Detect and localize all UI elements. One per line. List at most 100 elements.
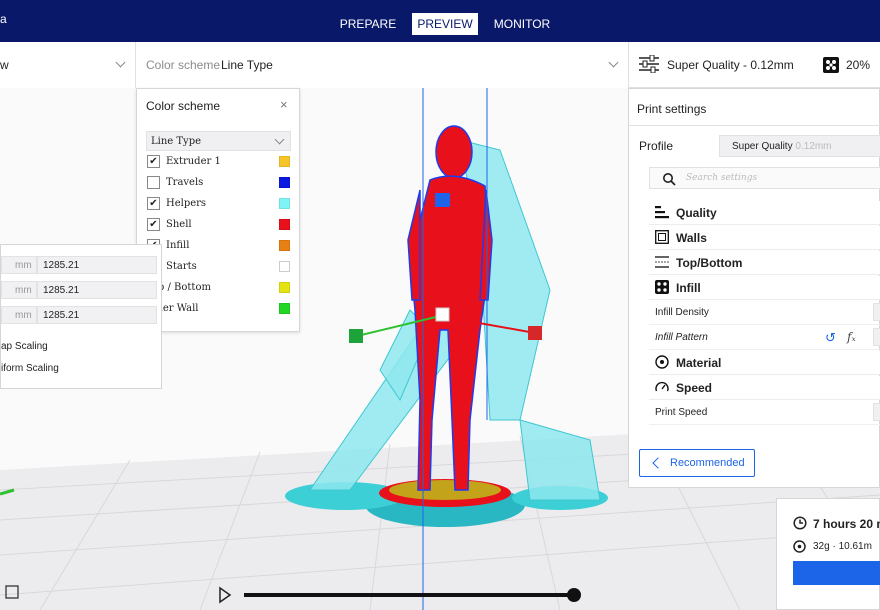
color-scheme-key: Color scheme xyxy=(146,58,221,72)
scale-z-unit: mm xyxy=(1,306,37,324)
settings-category-walls[interactable]: Walls xyxy=(649,226,880,250)
clock-icon xyxy=(793,516,807,530)
setting-infill-density[interactable]: Infill Density xyxy=(649,301,880,325)
setting-infill-pattern[interactable]: Infill Pattern ↺ fₓ xyxy=(649,326,880,350)
settings-category-material[interactable]: Material xyxy=(649,351,880,375)
walls-icon xyxy=(655,230,669,244)
scale-y-row: mm 1285.21 xyxy=(1,278,163,299)
settings-row-label: Infill xyxy=(676,281,701,295)
gizmo-center-handle[interactable] xyxy=(435,307,450,322)
tab-preview[interactable]: PREVIEW xyxy=(412,13,478,35)
legend-item-label: Infill xyxy=(166,240,190,251)
legend-item-extruder-1[interactable]: ✔ Extruder 1 xyxy=(146,153,291,173)
legend-color-swatch xyxy=(279,303,290,314)
divider xyxy=(629,125,880,126)
scale-tool-panel: mm 1285.21 mm 1285.21 mm 1285.21 ap Scal… xyxy=(0,244,162,389)
infill-icon xyxy=(655,280,669,294)
legend-color-swatch xyxy=(279,219,290,230)
legend-color-swatch xyxy=(279,261,290,272)
top-bottom-icon xyxy=(655,255,669,269)
setting-print-speed[interactable]: Print Speed xyxy=(649,401,880,425)
reset-icon[interactable]: ↺ xyxy=(825,330,836,346)
settings-category-infill[interactable]: Infill xyxy=(649,276,880,300)
scale-z-input[interactable]: 1285.21 xyxy=(37,306,157,324)
gizmo-z-handle[interactable] xyxy=(435,193,450,207)
spool-icon xyxy=(793,540,806,553)
settings-category-speed[interactable]: Speed xyxy=(649,376,880,400)
print-time: 7 hours 20 mi xyxy=(813,517,880,531)
tab-prepare[interactable]: PREPARE xyxy=(330,13,406,35)
infill-percentage: 20% xyxy=(846,58,871,72)
scale-z-row: mm 1285.21 xyxy=(1,303,163,324)
legend-item-helpers[interactable]: ✔ Helpers xyxy=(146,195,291,215)
material-icon xyxy=(655,355,669,369)
chevron-down-icon xyxy=(115,57,126,68)
search-settings-placeholder: Search settings xyxy=(686,173,758,183)
color-scheme-panel-title: Color scheme xyxy=(146,99,221,113)
setting-value-field[interactable] xyxy=(873,403,880,421)
material-estimate: 32g · 10.61m xyxy=(813,541,872,552)
legend-checkbox[interactable]: ✔ xyxy=(147,218,160,231)
settings-row-label: Infill Density xyxy=(655,307,709,318)
scale-x-input[interactable]: 1285.21 xyxy=(37,256,157,274)
quality-icon xyxy=(655,205,669,219)
chevron-left-icon xyxy=(652,457,664,469)
legend-color-swatch xyxy=(279,198,290,209)
recommended-button[interactable]: Recommended xyxy=(639,449,755,477)
view-dropdown[interactable]: w xyxy=(0,42,136,88)
profile-select[interactable]: Super Quality 0.12mm xyxy=(719,135,880,157)
layer-slider-handle[interactable] xyxy=(567,588,581,602)
settings-row-label: Print Speed xyxy=(655,407,708,418)
settings-category-top-bottom[interactable]: Top/Bottom xyxy=(649,251,880,275)
legend-item-top-bottom: Top / Bottom xyxy=(146,279,291,299)
legend-item-shell[interactable]: ✔ Shell xyxy=(146,216,291,236)
legend-item-label: Starts xyxy=(166,261,197,272)
profile-select-value: Super Quality xyxy=(732,141,793,152)
uniform-scaling-option[interactable]: iform Scaling xyxy=(1,363,59,374)
search-settings-field[interactable]: Search settings xyxy=(649,167,880,189)
function-icon[interactable]: fₓ xyxy=(847,330,856,344)
legend-color-swatch xyxy=(279,240,290,251)
scale-x-row: mm 1285.21 xyxy=(1,253,163,274)
legend-item-inner-wall: Inner Wall xyxy=(146,300,291,320)
infill-icon xyxy=(823,57,839,73)
chevron-down-icon xyxy=(274,134,285,145)
tab-monitor[interactable]: MONITOR xyxy=(484,13,560,35)
close-icon[interactable]: × xyxy=(280,97,288,112)
scale-y-unit: mm xyxy=(1,281,37,299)
legend-color-swatch xyxy=(279,156,290,167)
gizmo-y-handle[interactable] xyxy=(349,329,363,343)
color-scheme-dropdown[interactable]: Color scheme Line Type xyxy=(136,42,628,88)
legend-color-swatch xyxy=(279,282,290,293)
settings-sliders-icon xyxy=(639,55,659,73)
settings-row-label: Infill Pattern xyxy=(655,332,708,343)
speed-icon xyxy=(655,380,669,394)
stage-tabs: PREPARE PREVIEW MONITOR xyxy=(330,13,560,35)
color-scheme-value: Line Type xyxy=(221,58,273,72)
top-navigation-bar: a PREPARE PREVIEW MONITOR xyxy=(0,0,880,42)
legend-checkbox[interactable]: ✔ xyxy=(147,197,160,210)
snap-scaling-option[interactable]: ap Scaling xyxy=(1,341,48,352)
line-type-select[interactable]: Line Type xyxy=(146,131,291,151)
setting-value-field[interactable] xyxy=(873,303,880,321)
print-settings-panel: Print settings Profile Super Quality 0.1… xyxy=(628,88,880,488)
legend-checkbox[interactable]: ✔ xyxy=(147,155,160,168)
stage-toolbar: w Color scheme Line Type xyxy=(0,42,628,88)
settings-category-quality[interactable]: Quality xyxy=(649,201,880,225)
scale-y-input[interactable]: 1285.21 xyxy=(37,281,157,299)
profile-select-sub: 0.12mm xyxy=(795,141,832,152)
chevron-down-icon xyxy=(608,57,619,68)
settings-row-label: Speed xyxy=(676,381,713,395)
legend-item-starts[interactable]: ✔Starts xyxy=(146,258,291,278)
gizmo-x-handle[interactable] xyxy=(528,326,542,340)
legend-checkbox[interactable] xyxy=(147,176,160,189)
line-type-select-value: Line Type xyxy=(151,136,202,147)
legend-item-infill[interactable]: ✔Infill xyxy=(146,237,291,257)
legend-item-travels[interactable]: Travels xyxy=(146,174,291,194)
setting-value-field[interactable] xyxy=(873,328,880,346)
print-setup-header[interactable]: Super Quality - 0.12mm 20% xyxy=(628,42,880,88)
legend-item-label: Travels xyxy=(166,177,204,188)
scale-x-unit: mm xyxy=(1,256,37,274)
quality-profile-label: Super Quality - 0.12mm xyxy=(667,58,794,72)
save-to-disk-button[interactable] xyxy=(793,561,880,585)
